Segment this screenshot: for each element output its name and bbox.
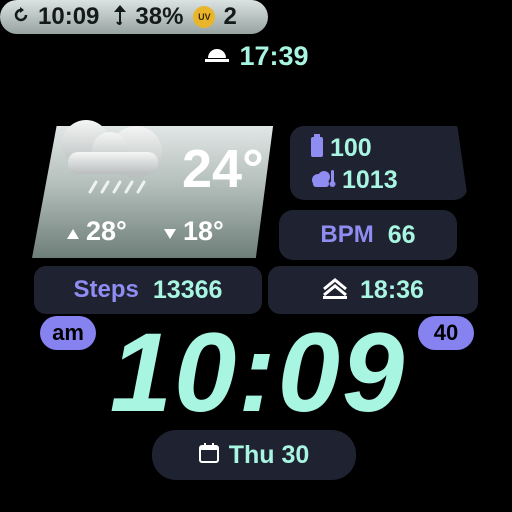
- refresh-icon: [12, 6, 30, 29]
- high-temp: 28°: [66, 216, 127, 247]
- date-text: Thu 30: [228, 440, 310, 469]
- steps-card[interactable]: Steps 13366: [34, 266, 262, 314]
- pressure-value: 1013: [342, 166, 398, 194]
- moisture-value: 38%: [135, 3, 184, 30]
- heart-rate-card[interactable]: BPM 66: [279, 210, 457, 260]
- battery-value: 100: [330, 134, 372, 162]
- cloud-rain-icon: [58, 112, 168, 207]
- status-time: 10:09: [38, 3, 100, 30]
- low-temp-value: 18°: [183, 216, 224, 246]
- bpm-value: 66: [387, 220, 416, 249]
- calendar-icon: [198, 442, 219, 468]
- top-time-row: 17:39: [0, 40, 512, 72]
- sunrise-icon: [203, 45, 231, 68]
- pressure-row: 1013: [310, 166, 398, 195]
- triangle-down-icon: [163, 216, 177, 247]
- seconds-badge: 40: [418, 316, 474, 350]
- sunset-icon: [322, 277, 348, 304]
- top-time: 17:39: [239, 40, 309, 71]
- triangle-up-icon: [66, 216, 80, 247]
- battery-row: 100: [310, 134, 372, 163]
- uv-icon: UV: [193, 6, 216, 28]
- temperature: 24°: [182, 139, 264, 199]
- cloud-thermometer-icon: [310, 168, 336, 193]
- sunset-time: 18:36: [360, 275, 424, 304]
- high-temp-value: 28°: [86, 216, 127, 246]
- battery-icon: [310, 134, 324, 163]
- sunset-card[interactable]: 18:36: [268, 266, 478, 314]
- low-temp: 18°: [163, 216, 224, 247]
- bpm-label: BPM: [320, 221, 374, 248]
- umbrella-icon: [113, 4, 127, 31]
- steps-value: 13366: [152, 275, 223, 304]
- date-card[interactable]: Thu 30: [152, 430, 356, 480]
- steps-label: Steps: [73, 276, 139, 303]
- status-pill[interactable]: 10:09 38% UV 2: [0, 0, 268, 34]
- uv-value: 2: [223, 3, 237, 30]
- main-time[interactable]: 10:09: [78, 317, 438, 429]
